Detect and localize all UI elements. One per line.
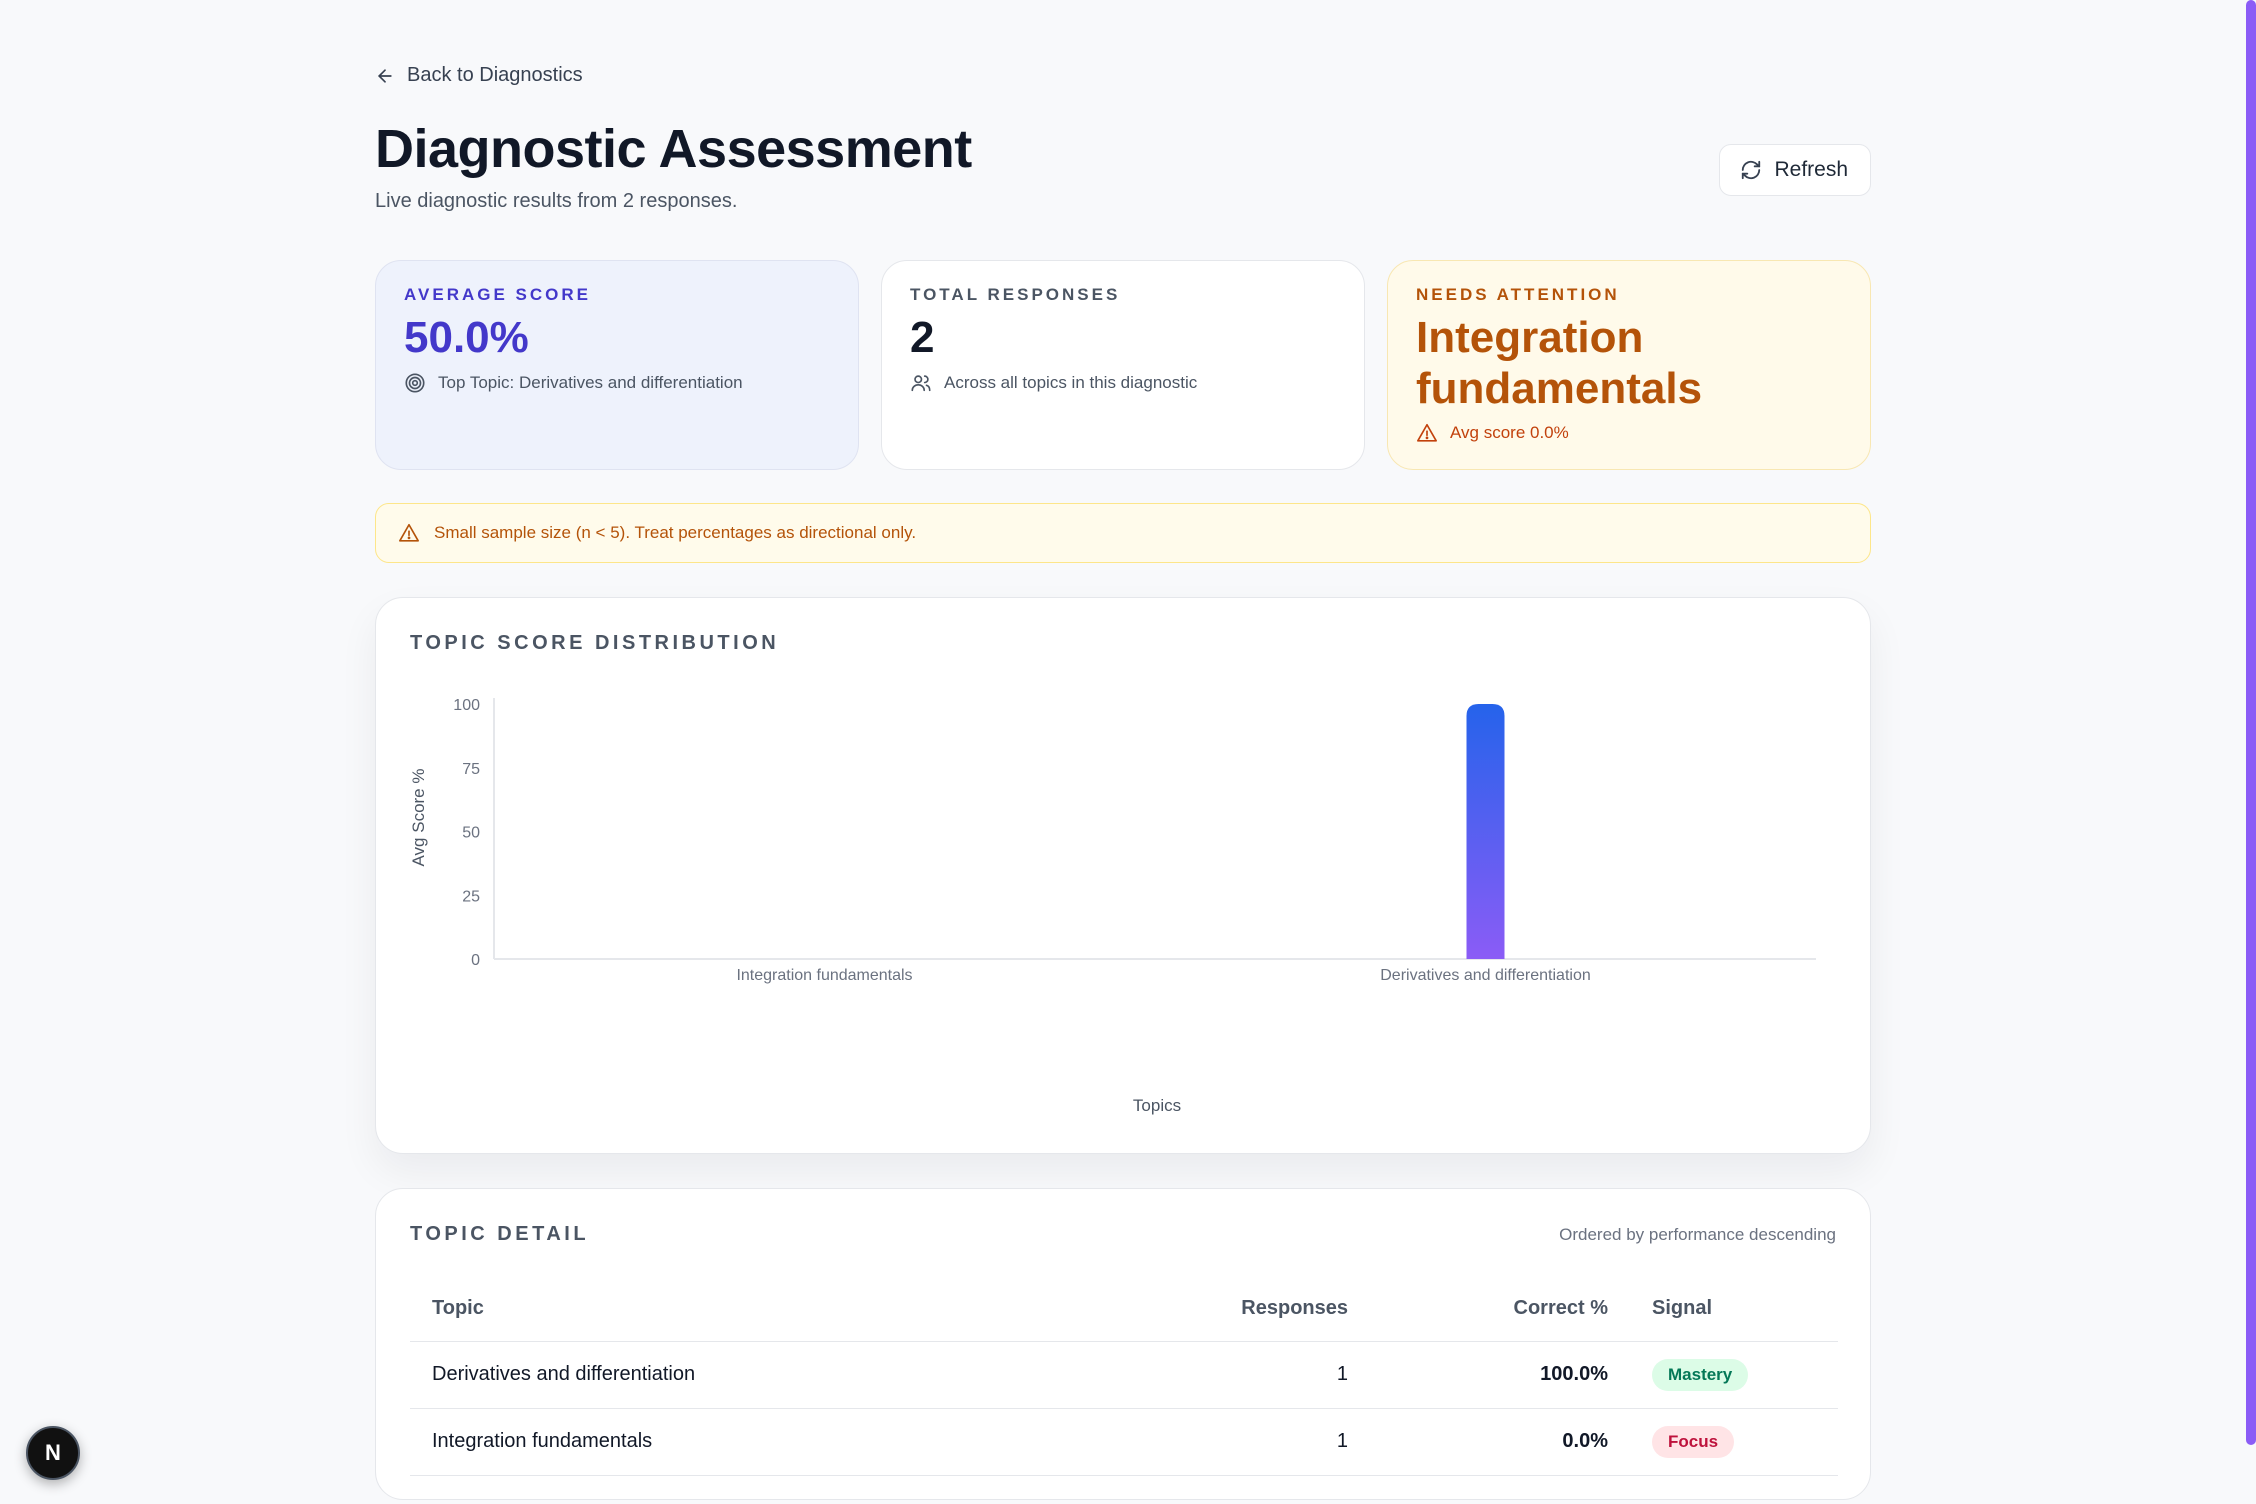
average-score-note-row: Top Topic: Derivatives and differentiati… (404, 372, 830, 394)
correct-cell: 100.0% (1370, 1341, 1630, 1409)
table-header-row: Topic Responses Correct % Signal (410, 1277, 1838, 1342)
y-tick-label: 25 (462, 888, 480, 905)
y-tick-label: 100 (453, 697, 480, 714)
needs-attention-note: Avg score 0.0% (1450, 423, 1569, 443)
topic-cell: Integration fundamentals (410, 1408, 1110, 1476)
needs-attention-card: NEEDS ATTENTION Integration fundamentals… (1387, 260, 1871, 470)
table-row[interactable]: Integration fundamentals 1 0.0% Focus (410, 1408, 1838, 1476)
refresh-label: Refresh (1774, 158, 1848, 181)
total-responses-value: 2 (910, 313, 935, 362)
average-score-label: AVERAGE SCORE (404, 285, 591, 304)
total-responses-note: Across all topics in this diagnostic (944, 372, 1198, 392)
column-header-responses[interactable]: Responses (1110, 1277, 1370, 1342)
warning-text: Small sample size (n < 5). Treat percent… (434, 523, 917, 542)
needs-attention-label: NEEDS ATTENTION (1416, 285, 1620, 304)
arrow-left-icon (378, 68, 392, 83)
table-row[interactable]: Derivatives and differentiation 1 100.0%… (410, 1341, 1838, 1409)
dev-tools-button[interactable]: N (26, 1426, 80, 1480)
back-to-diagnostics-link[interactable]: Back to Diagnostics (375, 64, 583, 87)
average-score-card: AVERAGE SCORE 50.0% Top Topic: Derivativ… (375, 260, 859, 470)
needs-attention-note-row: Avg score 0.0% (1416, 422, 1842, 444)
responses-cell: 1 (1110, 1341, 1370, 1409)
average-score-value: 50.0% (404, 313, 529, 362)
y-axis-label: Avg Score % (409, 769, 428, 867)
column-header-topic[interactable]: Topic (410, 1277, 1110, 1342)
column-header-signal[interactable]: Signal (1630, 1277, 1838, 1342)
back-link-label: Back to Diagnostics (407, 64, 583, 86)
x-axis-label: Topics (1133, 1096, 1181, 1115)
refresh-button[interactable]: Refresh (1719, 144, 1871, 196)
y-tick-label: 0 (471, 952, 480, 969)
responses-cell: 1 (1110, 1408, 1370, 1476)
y-tick-label: 75 (462, 761, 480, 778)
refresh-icon (1742, 160, 1761, 180)
mastery-badge: Mastery (1652, 1358, 1749, 1391)
total-responses-note-row: Across all topics in this diagnostic (910, 372, 1336, 394)
y-tick-label: 50 (462, 825, 480, 842)
topic-detail-table: Topic Responses Correct % Signal Derivat… (410, 1277, 1838, 1476)
signal-cell: Focus (1630, 1408, 1838, 1476)
total-responses-label: TOTAL RESPONSES (910, 285, 1121, 304)
target-icon (405, 373, 425, 393)
column-header-correct[interactable]: Correct % (1370, 1277, 1630, 1342)
top-topic-note: Top Topic: Derivatives and differentiati… (438, 372, 743, 392)
total-responses-card: TOTAL RESPONSES 2 Across all topics in t… (881, 260, 1365, 470)
small-sample-warning: Small sample size (n < 5). Treat percent… (375, 503, 1871, 563)
page-title: Diagnostic Assessment (375, 119, 972, 179)
users-icon (911, 374, 931, 391)
warning-icon (1417, 424, 1437, 442)
bar (1466, 704, 1505, 959)
topic-detail-panel: TOPIC DETAIL Ordered by performance desc… (375, 1188, 1871, 1500)
topic-cell: Derivatives and differentiation (410, 1341, 1110, 1409)
warning-icon (399, 523, 419, 542)
x-tick-label: Integration fundamentals (736, 967, 912, 984)
correct-cell: 0.0% (1370, 1408, 1630, 1476)
signal-cell: Mastery (1630, 1341, 1838, 1409)
table-order-note: Ordered by performance descending (1559, 1225, 1836, 1244)
topic-score-chart: 0 25 50 75 100 Avg Score % Integration fundame… (409, 697, 1816, 1115)
topic-score-distribution-panel: TOPIC SCORE DISTRIBUTION 0 25 50 75 100 Avg S… (375, 597, 1871, 1154)
scrollbar[interactable] (2246, 0, 2256, 1445)
table-panel-title: TOPIC DETAIL (410, 1223, 590, 1245)
focus-badge: Focus (1652, 1425, 1735, 1458)
x-tick-label: Derivatives and differentiation (1380, 967, 1591, 984)
page-subtitle: Live diagnostic results from 2 responses… (375, 190, 738, 212)
needs-attention-value: Integration fundamentals (1416, 313, 1703, 413)
